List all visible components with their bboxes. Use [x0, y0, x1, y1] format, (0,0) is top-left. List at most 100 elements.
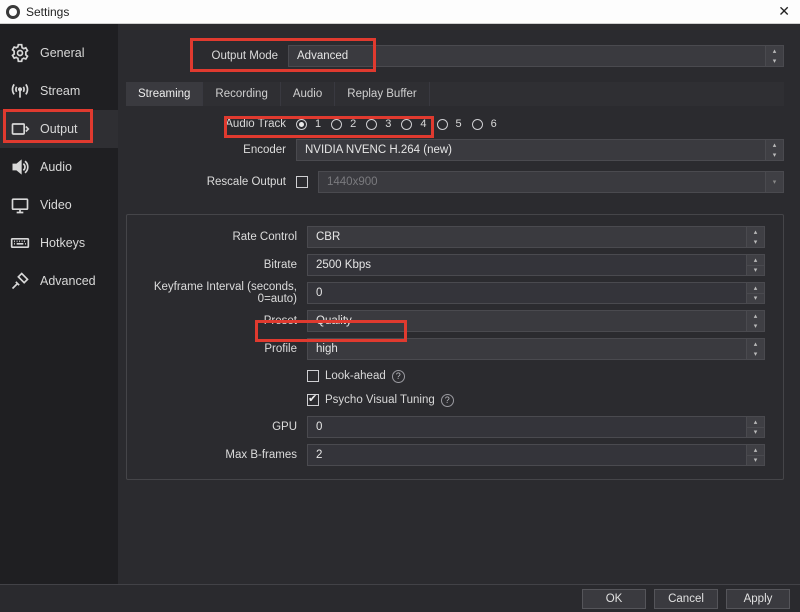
sidebar-item-label: Advanced	[40, 274, 96, 288]
output-mode-value: Advanced	[297, 50, 348, 62]
stepper-icon[interactable]: ▴▾	[746, 283, 764, 303]
profile-row: Profile high ▴▾	[137, 337, 765, 361]
sidebar-item-label: Audio	[40, 160, 72, 174]
rate-control-label: Rate Control	[137, 231, 307, 243]
sidebar-item-label: General	[40, 46, 84, 60]
cancel-button[interactable]: Cancel	[654, 589, 718, 609]
tools-icon	[10, 271, 30, 291]
max-bframes-label: Max B-frames	[137, 449, 307, 461]
bitrate-value: 2500 Kbps	[316, 259, 371, 271]
stepper-icon[interactable]: ▴▾	[746, 255, 764, 275]
tab-audio[interactable]: Audio	[281, 82, 335, 106]
broadcast-icon	[10, 81, 30, 101]
rescale-row: Rescale Output 1440x900 ▾	[126, 170, 784, 194]
updown-icon: ▴▾	[746, 227, 764, 247]
audio-track-radio-3[interactable]	[366, 119, 377, 130]
sidebar-item-audio[interactable]: Audio	[0, 148, 118, 186]
audio-track-radio-2[interactable]	[331, 119, 342, 130]
sidebar-item-advanced[interactable]: Advanced	[0, 262, 118, 300]
audio-track-label: Audio Track	[126, 118, 296, 130]
sidebar-item-general[interactable]: General	[0, 34, 118, 72]
gpu-row: GPU 0 ▴▾	[137, 415, 765, 439]
encoder-value: NVIDIA NVENC H.264 (new)	[305, 144, 452, 156]
app-icon	[6, 5, 20, 19]
encoder-row: Encoder NVIDIA NVENC H.264 (new) ▴▾	[126, 138, 784, 162]
updown-icon: ▴▾	[746, 311, 764, 331]
profile-label: Profile	[137, 343, 307, 355]
sidebar-item-label: Output	[40, 122, 78, 136]
psycho-label: Psycho Visual Tuning	[325, 394, 435, 406]
encoder-label: Encoder	[126, 144, 296, 156]
tab-streaming[interactable]: Streaming	[126, 82, 203, 106]
preset-label: Preset	[137, 315, 307, 327]
tab-replay-buffer[interactable]: Replay Buffer	[335, 82, 429, 106]
window-titlebar: Settings ✕	[0, 0, 800, 24]
gear-icon	[10, 43, 30, 63]
rescale-select[interactable]: 1440x900 ▾	[318, 171, 784, 193]
keyframe-row: Keyframe Interval (seconds, 0=auto) 0 ▴▾	[137, 281, 765, 305]
audio-track-row: Audio Track 1 2 3 4 5 6	[126, 114, 784, 134]
audio-track-radio-4[interactable]	[401, 119, 412, 130]
sidebar-item-hotkeys[interactable]: Hotkeys	[0, 224, 118, 262]
keyboard-icon	[10, 233, 30, 253]
look-ahead-checkbox[interactable]	[307, 370, 319, 382]
tab-recording[interactable]: Recording	[203, 82, 280, 106]
gpu-label: GPU	[137, 421, 307, 433]
help-icon[interactable]: ?	[392, 370, 405, 383]
audio-track-radio-6[interactable]	[472, 119, 483, 130]
preset-select[interactable]: Quality ▴▾	[307, 310, 765, 332]
max-bframes-input[interactable]: 2 ▴▾	[307, 444, 765, 466]
psycho-row: Psycho Visual Tuning ?	[137, 389, 765, 411]
sidebar-item-label: Hotkeys	[40, 236, 85, 250]
encoder-select[interactable]: NVIDIA NVENC H.264 (new) ▴▾	[296, 139, 784, 161]
window-close-button[interactable]: ✕	[774, 3, 794, 20]
profile-value: high	[316, 343, 338, 355]
output-icon	[10, 119, 30, 139]
look-ahead-row: Look-ahead ?	[137, 365, 765, 387]
preset-value: Quality	[316, 315, 352, 327]
gpu-input[interactable]: 0 ▴▾	[307, 416, 765, 438]
sidebar-item-output[interactable]: Output	[0, 110, 118, 148]
rate-control-select[interactable]: CBR ▴▾	[307, 226, 765, 248]
sidebar-item-label: Stream	[40, 84, 80, 98]
stepper-icon[interactable]: ▴▾	[746, 445, 764, 465]
keyframe-input[interactable]: 0 ▴▾	[307, 282, 765, 304]
look-ahead-label: Look-ahead	[325, 370, 386, 382]
keyframe-label: Keyframe Interval (seconds, 0=auto)	[137, 281, 307, 305]
ok-button[interactable]: OK	[582, 589, 646, 609]
rate-control-row: Rate Control CBR ▴▾	[137, 225, 765, 249]
dialog-button-bar: OK Cancel Apply	[0, 584, 800, 612]
rescale-value: 1440x900	[327, 176, 378, 188]
max-bframes-value: 2	[316, 449, 322, 461]
updown-icon: ▴▾	[765, 140, 783, 160]
monitor-icon	[10, 195, 30, 215]
bitrate-input[interactable]: 2500 Kbps ▴▾	[307, 254, 765, 276]
rescale-checkbox[interactable]	[296, 176, 308, 188]
rescale-label: Rescale Output	[126, 176, 296, 188]
rate-control-value: CBR	[316, 231, 340, 243]
window-title: Settings	[26, 5, 69, 19]
updown-icon: ▴▾	[746, 339, 764, 359]
updown-icon: ▴▾	[765, 46, 783, 66]
dropdown-icon: ▾	[765, 172, 783, 192]
gpu-value: 0	[316, 421, 322, 433]
profile-select[interactable]: high ▴▾	[307, 338, 765, 360]
output-mode-label: Output Mode	[198, 50, 288, 62]
encoder-settings-group: Rate Control CBR ▴▾ Bitrate 2500 Kbps ▴▾…	[126, 214, 784, 480]
stepper-icon[interactable]: ▴▾	[746, 417, 764, 437]
sidebar-item-video[interactable]: Video	[0, 186, 118, 224]
speaker-icon	[10, 157, 30, 177]
sidebar-item-stream[interactable]: Stream	[0, 72, 118, 110]
bitrate-row: Bitrate 2500 Kbps ▴▾	[137, 253, 765, 277]
psycho-checkbox[interactable]	[307, 394, 319, 406]
audio-track-radio-5[interactable]	[437, 119, 448, 130]
audio-track-radio-1[interactable]	[296, 119, 307, 130]
keyframe-value: 0	[316, 287, 322, 299]
output-settings-panel: Output Mode Advanced ▴▾ Streaming Record…	[118, 24, 800, 584]
apply-button[interactable]: Apply	[726, 589, 790, 609]
output-subtabs: Streaming Recording Audio Replay Buffer	[126, 82, 784, 106]
output-mode-select[interactable]: Advanced ▴▾	[288, 45, 784, 67]
bitrate-label: Bitrate	[137, 259, 307, 271]
sidebar-item-label: Video	[40, 198, 72, 212]
help-icon[interactable]: ?	[441, 394, 454, 407]
